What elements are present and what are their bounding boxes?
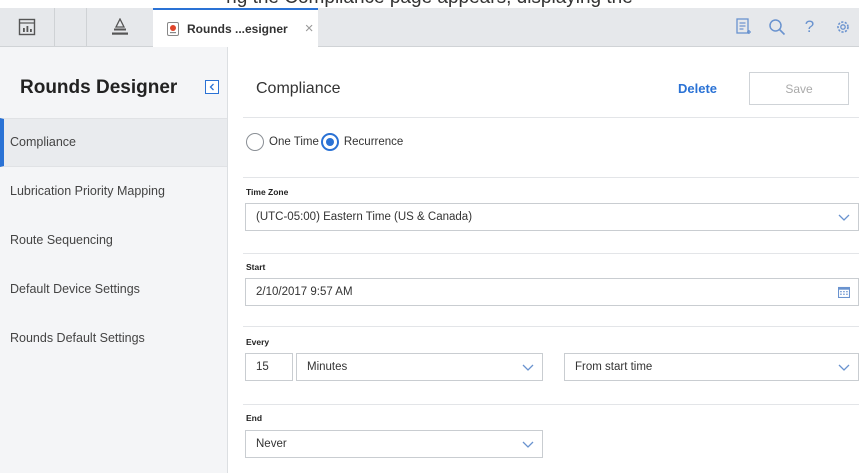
sidebar: Rounds Designer Compliance Lubrication P… [0, 47, 228, 473]
every-unit-select[interactable]: Minutes [296, 353, 543, 381]
divider [243, 177, 859, 178]
time-zone-select[interactable]: (UTC-05:00) Eastern Time (US & Canada) [245, 203, 859, 231]
partial-heading: ng the Compliance page appears, displayi… [0, 0, 859, 8]
every-basis-value: From start time [575, 361, 653, 373]
delete-button[interactable]: Delete [678, 81, 717, 96]
schedule-type-group: One Time Recurrence [246, 133, 405, 151]
page-title: Compliance [256, 80, 341, 97]
save-button[interactable]: Save [749, 72, 849, 105]
settings-button[interactable] [826, 19, 859, 35]
sidebar-item-route-sequencing[interactable]: Route Sequencing [0, 216, 227, 265]
chevron-down-icon [522, 441, 534, 448]
every-quantity-input[interactable]: 15 [245, 353, 293, 381]
recurrence-label: Recurrence [343, 136, 404, 148]
checklist-icon [735, 18, 751, 34]
end-value: Never [256, 438, 287, 450]
sidebar-item-default-device-settings[interactable]: Default Device Settings [0, 265, 227, 314]
divider [243, 404, 859, 405]
divider [243, 253, 859, 254]
start-datetime-field[interactable]: 2/10/2017 9:57 AM [245, 278, 859, 306]
collapse-sidebar-button[interactable] [205, 80, 219, 94]
divider [243, 117, 859, 118]
chevron-left-icon [209, 83, 214, 91]
divider [243, 326, 859, 327]
chevron-down-icon [522, 364, 534, 371]
time-zone-label: Time Zone [246, 187, 289, 197]
help-button[interactable]: ? [793, 17, 826, 37]
tab-rounds-designer[interactable]: Rounds ...esigner × [153, 8, 318, 47]
one-time-radio[interactable] [246, 133, 264, 151]
sidebar-nav: Compliance Lubrication Priority Mapping … [0, 118, 227, 363]
start-value: 2/10/2017 9:57 AM [256, 286, 353, 298]
rounds-designer-icon [167, 21, 179, 36]
calendar-icon[interactable] [838, 286, 850, 298]
one-time-label: One Time [269, 136, 319, 148]
sidebar-item-lubrication-priority-mapping[interactable]: Lubrication Priority Mapping [0, 167, 227, 216]
chevron-down-icon [838, 364, 850, 371]
sidebar-item-compliance[interactable]: Compliance [0, 118, 227, 167]
main-panel: Compliance Delete Save One Time Recurren… [228, 47, 859, 473]
hierarchy-icon [112, 18, 128, 35]
hierarchy-button[interactable] [86, 8, 154, 46]
search-button[interactable] [760, 18, 793, 36]
time-zone-value: (UTC-05:00) Eastern Time (US & Canada) [256, 211, 473, 223]
every-label: Every [246, 337, 270, 347]
search-icon [768, 19, 785, 36]
chevron-down-icon [838, 214, 850, 221]
tab-label: Rounds ...esigner [187, 21, 288, 36]
end-label: End [246, 413, 263, 423]
help-icon: ? [804, 17, 815, 36]
recurrence-radio[interactable] [320, 133, 339, 151]
start-label: Start [246, 262, 266, 272]
checklist-button[interactable] [727, 18, 760, 36]
end-select[interactable]: Never [245, 430, 543, 458]
dashboard-button[interactable] [0, 8, 55, 46]
top-toolbar: Rounds ...esigner × ? [0, 8, 859, 47]
sidebar-item-rounds-default-settings[interactable]: Rounds Default Settings [0, 314, 227, 363]
dashboard-icon [18, 18, 36, 36]
every-basis-select[interactable]: From start time [564, 353, 859, 381]
settings-icon [836, 21, 849, 33]
every-unit-value: Minutes [307, 361, 348, 373]
close-icon[interactable]: × [305, 20, 314, 37]
sidebar-title: Rounds Designer [20, 77, 178, 98]
